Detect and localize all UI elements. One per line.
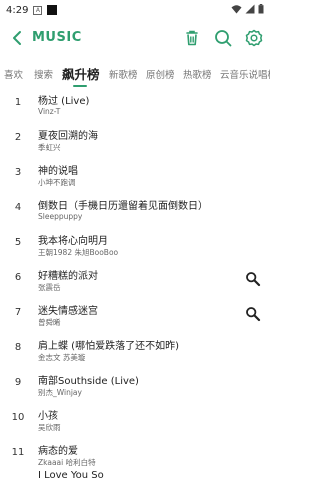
song-row[interactable]: 1 杨过 (Live) Vinz-T [0, 88, 270, 123]
song-artist: 张震岳 [38, 283, 61, 292]
song-title: 肩上蝶 (哪怕爱跌落了还不如昨) [38, 341, 179, 352]
song-artist: Sleeppuppy [38, 212, 83, 221]
song-title: 南部Southside (Live) [38, 376, 139, 387]
song-row[interactable]: 11 病态的爱 Zkaaai 哈利白特 [0, 438, 270, 473]
status-bar: 4:29 A [0, 0, 270, 20]
signal-icon [245, 4, 255, 14]
song-rank: 3 [14, 167, 22, 178]
song-artist: 季虹兴 [38, 143, 61, 152]
song-rank: 4 [14, 202, 22, 213]
song-row[interactable]: 9 南部Southside (Live) 别杰_Winjay [0, 368, 270, 403]
song-row[interactable]: I Love You So [0, 470, 270, 480]
song-artist: Zkaaai 哈利白特 [38, 458, 96, 467]
song-row[interactable]: 6 好糟糕的派对 张震岳 [0, 263, 270, 298]
song-title: 杨过 (Live) [38, 96, 90, 107]
song-artist: Vinz-T [38, 107, 61, 116]
notification-square-icon [47, 5, 58, 15]
song-rank: 8 [14, 342, 22, 353]
tab-rap[interactable]: 云音乐说唱榜 [220, 67, 270, 81]
song-title: 迷失情感迷宫 [38, 306, 98, 317]
song-title: 小孩 [38, 411, 58, 422]
song-row[interactable]: 4 倒数日（手機日历還留着见面倒数日） Sleeppuppy [0, 193, 270, 228]
song-title: 倒数日（手機日历還留着见面倒数日） [38, 201, 208, 212]
chart-tabs: 喜欢 搜索 飙升榜 新歌榜 原创榜 热歌榜 云音乐说唱榜 [0, 58, 270, 90]
song-artist: 吴欣雨 [38, 423, 61, 432]
song-rank: 6 [14, 272, 22, 283]
song-title: 病态的爱 [38, 446, 78, 457]
song-title: 我本将心向明月 [38, 236, 108, 247]
song-row[interactable]: 3 神的说唱 小坤不跑调 [0, 158, 270, 193]
song-title: 神的说唱 [38, 166, 78, 177]
song-search-icon[interactable] [244, 305, 262, 323]
active-tab-indicator [73, 85, 87, 87]
trash-icon[interactable] [181, 27, 203, 49]
notification-a-icon: A [33, 5, 43, 15]
tab-hot-songs[interactable]: 热歌榜 [183, 67, 212, 81]
song-artist: 曾舜晞 [38, 318, 61, 327]
song-rank: 9 [14, 377, 22, 388]
battery-icon [258, 4, 264, 14]
song-rank: 7 [14, 307, 22, 318]
song-artist: 别杰_Winjay [38, 388, 82, 397]
song-search-icon[interactable] [244, 270, 262, 288]
tab-new-songs[interactable]: 新歌榜 [109, 67, 138, 81]
tab-favorites[interactable]: 喜欢 [4, 67, 23, 81]
tab-search[interactable]: 搜索 [34, 67, 53, 81]
wifi-icon [231, 5, 242, 14]
tab-soaring[interactable]: 飙升榜 [62, 64, 100, 83]
song-title: 好糟糕的派对 [38, 271, 98, 282]
song-rank: 5 [14, 237, 22, 248]
song-artist: 小坤不跑调 [38, 178, 76, 187]
song-row[interactable]: 7 迷失情感迷宫 曾舜晞 [0, 298, 270, 333]
song-rank: 2 [14, 132, 22, 143]
song-artist: 王朝1982 朱旭BooBoo [38, 248, 119, 257]
song-row[interactable]: 2 夏夜回溯的海 季虹兴 [0, 123, 270, 158]
song-rank: 1 [14, 97, 22, 108]
tab-original[interactable]: 原创榜 [146, 67, 175, 81]
song-rank: 11 [11, 447, 25, 458]
song-row[interactable]: 5 我本将心向明月 王朝1982 朱旭BooBoo [0, 228, 270, 263]
song-title: 夏夜回溯的海 [38, 131, 98, 142]
app-bar: MUSIC [0, 22, 270, 54]
song-row[interactable]: 8 肩上蝶 (哪怕爱跌落了还不如昨) 金志文 苏美璇 [0, 333, 270, 368]
back-arrow-icon[interactable] [10, 29, 24, 47]
page-title: MUSIC [32, 30, 82, 45]
song-artist: 金志文 苏美璇 [38, 353, 86, 362]
song-row[interactable]: 10 小孩 吴欣雨 [0, 403, 270, 438]
search-icon[interactable] [212, 27, 234, 49]
song-rank: 10 [11, 412, 25, 423]
song-title: I Love You So [38, 470, 104, 480]
status-time: 4:29 [6, 4, 29, 16]
settings-gear-icon[interactable] [243, 27, 265, 49]
